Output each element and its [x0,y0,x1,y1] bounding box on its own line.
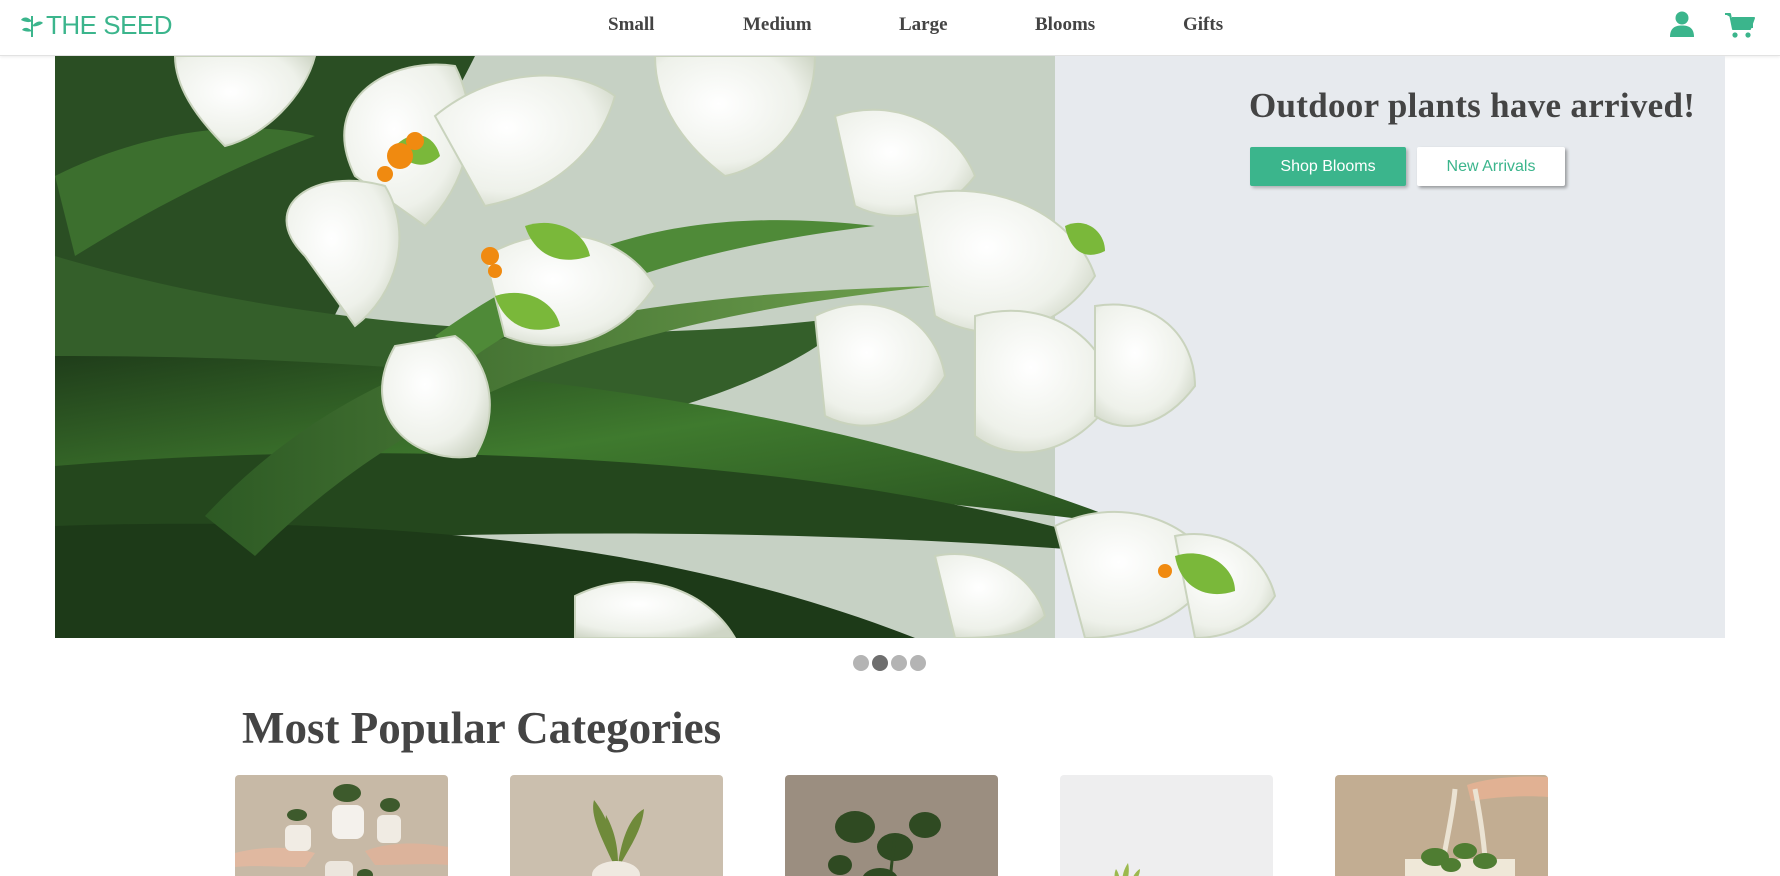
hero-banner: Outdoor plants have arrived! Shop Blooms… [55,56,1725,638]
category-cards [235,775,1548,876]
shopping-cart-icon[interactable] [1724,11,1756,39]
carousel-dot-3[interactable] [891,655,907,671]
site-header: THE SEED Small Medium Large Blooms Gifts [0,0,1780,56]
seedling-logo-icon [21,16,43,38]
nav-link-medium[interactable]: Medium [743,14,812,36]
hero-title: Outdoor plants have arrived! [1249,86,1696,125]
categories-heading: Most Popular Categories [242,703,722,753]
hands-holding-plants-image [235,775,448,876]
nav-link-small[interactable]: Small [608,14,654,36]
category-card-2[interactable] [510,775,723,876]
carousel-indicators [853,655,926,671]
nav-link-blooms[interactable]: Blooms [1035,14,1095,36]
brand-name: THE SEED [46,9,173,40]
category-card-1[interactable] [235,775,448,876]
carousel-dot-4[interactable] [910,655,926,671]
nav-link-large[interactable]: Large [899,14,948,36]
carousel-dot-1[interactable] [853,655,869,671]
shop-blooms-button[interactable]: Shop Blooms [1250,147,1406,186]
potted-plant-image [510,775,723,876]
brand-logo[interactable]: THE SEED [20,9,173,40]
nav-link-gifts[interactable]: Gifts [1183,14,1223,36]
category-card-5[interactable] [1335,775,1548,876]
monstera-plant-image [785,775,998,876]
small-plant-image [1060,775,1273,876]
user-icon[interactable] [1668,10,1696,38]
hero-flower-image [55,56,1725,638]
tote-bag-plants-image [1335,775,1548,876]
new-arrivals-button[interactable]: New Arrivals [1417,147,1565,186]
category-card-4[interactable] [1060,775,1273,876]
category-card-3[interactable] [785,775,998,876]
carousel-dot-2[interactable] [872,655,888,671]
